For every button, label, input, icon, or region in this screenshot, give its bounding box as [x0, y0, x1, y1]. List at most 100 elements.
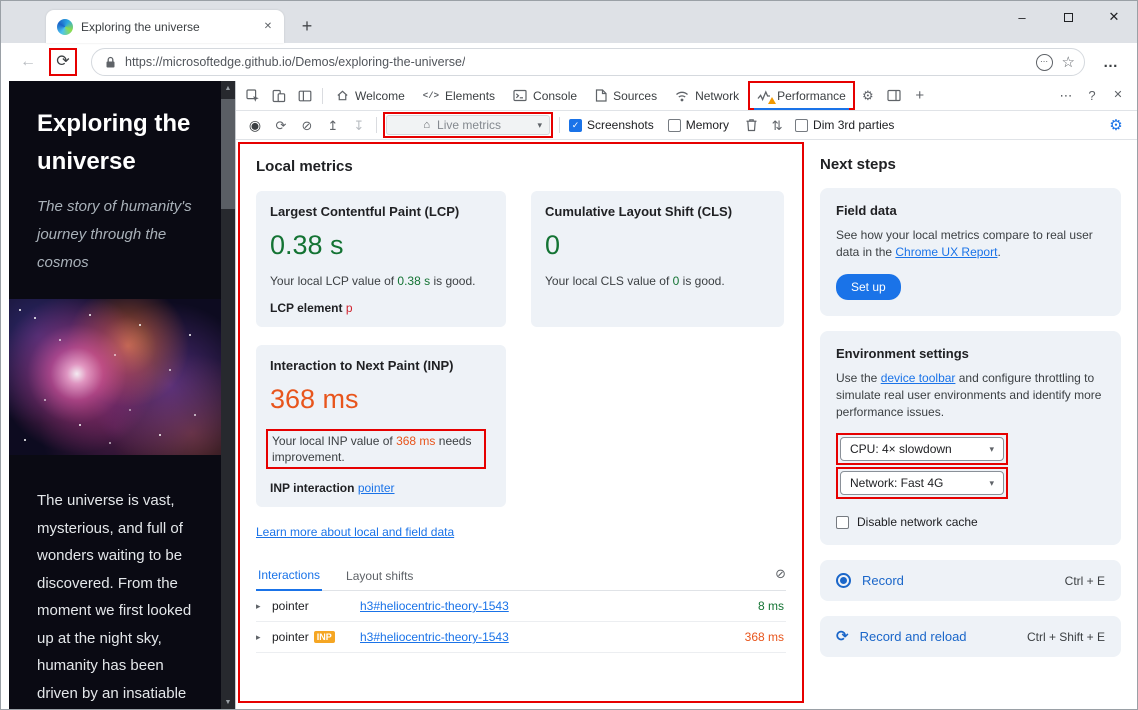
lcp-title: Largest Contentful Paint (LCP) [270, 203, 492, 220]
page-scrollbar[interactable]: ▲ ▼ [221, 81, 235, 709]
cpu-select-annotation-box: CPU: 4× slowdown▾ [836, 433, 1008, 465]
settings-gear-icon[interactable]: ⚙ [855, 84, 881, 108]
tab-title: Exploring the universe [81, 20, 252, 34]
close-button[interactable]: ✕ [1091, 1, 1137, 33]
scrollbar-thumb[interactable] [221, 99, 235, 209]
favorites-star-icon[interactable]: ☆ [1062, 53, 1075, 71]
tab-performance[interactable]: Performance [748, 81, 855, 110]
tab-label: Network [695, 89, 739, 103]
checkbox-icon [795, 119, 808, 132]
disable-cache-checkbox[interactable]: Disable network cache [836, 515, 1105, 529]
minimize-button[interactable]: – [999, 1, 1045, 33]
inp-interaction-link[interactable]: pointer [358, 481, 395, 495]
record-reload-icon: ⟳ [836, 629, 849, 644]
import-profile-button[interactable]: ↥ [320, 113, 346, 137]
content-area: Exploring the universe The story of huma… [1, 81, 1137, 709]
browser-tab[interactable]: Exploring the universe ✕ [46, 10, 284, 43]
tab-layout-shifts[interactable]: Layout shifts [344, 564, 415, 590]
scroll-down-icon[interactable]: ▼ [221, 695, 235, 709]
screenshots-checkbox[interactable]: ✓ Screenshots [569, 118, 654, 132]
lcp-card: Largest Contentful Paint (LCP) 0.38 s Yo… [256, 191, 506, 327]
tab-network[interactable]: Network [666, 81, 748, 110]
performance-icon [757, 90, 771, 102]
device-toolbar-icon[interactable] [266, 84, 292, 108]
tab-close-icon[interactable]: ✕ [260, 21, 276, 32]
interaction-duration: 8 ms [758, 599, 786, 613]
maximize-button[interactable] [1045, 1, 1091, 33]
scroll-up-icon[interactable]: ▲ [221, 81, 235, 95]
text: Your local LCP value of [270, 274, 397, 288]
elements-icon: </> [423, 91, 439, 101]
tracking-prevention-icon[interactable]: ⋯ [1036, 54, 1053, 71]
tab-welcome[interactable]: Welcome [327, 81, 414, 110]
lcp-value: 0.38 s [270, 230, 492, 261]
record-reload-card[interactable]: ⟳ Record and reload Ctrl + Shift + E [820, 616, 1121, 657]
record-shortcut: Ctrl + E [1065, 574, 1105, 588]
learn-more-link[interactable]: Learn more about local and field data [256, 525, 454, 539]
divider [322, 88, 323, 104]
clear-button[interactable]: ⊘ [294, 113, 320, 137]
devtools-more-icon[interactable]: ⋯ [1053, 84, 1079, 108]
add-panel-icon[interactable]: + [907, 84, 933, 108]
metric-cards: Largest Contentful Paint (LCP) 0.38 s Yo… [256, 191, 786, 507]
address-bar-input[interactable]: https://microsoftedge.github.io/Demos/ex… [91, 48, 1085, 76]
export-profile-button[interactable]: ↧ [346, 113, 372, 137]
text: . [997, 245, 1000, 259]
web-page: Exploring the universe The story of huma… [9, 81, 221, 709]
scrollbar-track[interactable] [221, 95, 235, 695]
interaction-target-link[interactable]: h3#heliocentric-theory-1543 [360, 599, 758, 613]
dock-side-icon[interactable] [881, 84, 907, 108]
tab-label: Performance [777, 89, 846, 103]
record-button[interactable]: ◉ [242, 113, 268, 137]
memory-checkbox[interactable]: Memory [668, 118, 729, 132]
trash-icon[interactable] [738, 113, 764, 137]
devtools-window-actions: ⋯ ? ✕ [1053, 84, 1131, 108]
new-tab-button[interactable]: + [296, 16, 318, 37]
device-toolbar-link[interactable]: device toolbar [881, 371, 956, 385]
tab-interactions[interactable]: Interactions [256, 563, 322, 591]
back-button[interactable]: ← [17, 54, 39, 70]
live-metrics-dropdown[interactable]: ⌂ Live metrics ▾ [386, 115, 550, 135]
field-data-text: See how your local metrics compare to re… [836, 227, 1105, 261]
expand-caret-icon[interactable]: ▸ [256, 632, 272, 643]
check-glyph: ✓ [572, 121, 580, 130]
record-card[interactable]: Record Ctrl + E [820, 560, 1121, 601]
tab-console[interactable]: Console [504, 81, 586, 110]
dropdown-arrow-icon: ▾ [537, 120, 542, 131]
expand-caret-icon[interactable]: ▸ [256, 601, 272, 612]
lcp-element-link[interactable]: p [346, 301, 353, 315]
tab-sources[interactable]: Sources [586, 81, 666, 110]
lock-icon[interactable] [105, 56, 116, 69]
inp-desc-value: 368 ms [396, 434, 435, 448]
reload-and-record-button[interactable]: ⟳ [268, 113, 294, 137]
welcome-icon [336, 89, 349, 102]
set-up-button[interactable]: Set up [836, 274, 901, 300]
perf-settings-gear-icon[interactable]: ⚙ [1103, 113, 1129, 137]
dim-3rd-parties-checkbox[interactable]: Dim 3rd parties [795, 118, 894, 132]
devtools-help-icon[interactable]: ? [1079, 84, 1105, 108]
browser-menu-button[interactable]: … [1099, 54, 1123, 71]
interaction-name-cell: pointer INP [272, 630, 360, 644]
select-value: CPU: 4× slowdown [850, 442, 952, 456]
next-steps-panel: Next steps Field data See how your local… [804, 140, 1137, 709]
panel-layout-icon[interactable] [292, 84, 318, 108]
interaction-target-link[interactable]: h3#heliocentric-theory-1543 [360, 630, 745, 644]
network-throttle-select[interactable]: Network: Fast 4G▾ [840, 471, 1004, 495]
clear-log-icon[interactable]: ⊘ [775, 566, 786, 587]
interaction-duration: 368 ms [745, 630, 786, 644]
chrome-ux-report-link[interactable]: Chrome UX Report [895, 245, 997, 259]
lcp-element-label: LCP element [270, 301, 342, 315]
inspect-icon[interactable] [240, 84, 266, 108]
environment-settings-title: Environment settings [836, 345, 1105, 362]
tab-elements[interactable]: </> Elements [414, 81, 504, 110]
interaction-row[interactable]: ▸ pointer h3#heliocentric-theory-1543 8 … [256, 591, 786, 622]
interaction-row[interactable]: ▸ pointer INP h3#heliocentric-theory-154… [256, 622, 786, 653]
throttle-icon[interactable]: ⇅ [764, 113, 790, 137]
inp-description-annotation-box: Your local INP value of 368 ms needs imp… [266, 429, 486, 469]
refresh-button[interactable]: ⟳ [52, 54, 74, 70]
cpu-throttle-select[interactable]: CPU: 4× slowdown▾ [840, 437, 1004, 461]
lcp-element-row: LCP element p [270, 301, 492, 315]
devtools-close-icon[interactable]: ✕ [1105, 84, 1131, 108]
divider [559, 117, 560, 133]
maximize-icon [1064, 13, 1073, 22]
